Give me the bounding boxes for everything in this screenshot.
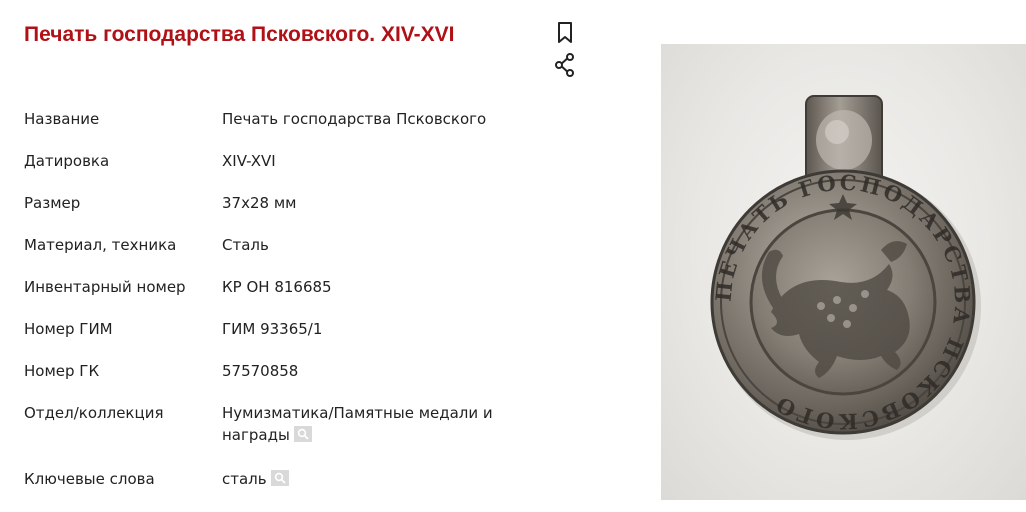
search-icon[interactable] bbox=[270, 470, 289, 486]
property-row: Размер 37x28 мм bbox=[24, 192, 544, 214]
property-label: Инвентарный номер bbox=[24, 278, 186, 296]
property-value: XIV-XVI bbox=[222, 150, 532, 172]
property-row: Номер ГИМ ГИМ 93365/1 bbox=[24, 318, 544, 340]
property-row: Инвентарный номер КР ОН 816685 bbox=[24, 276, 544, 298]
property-value[interactable]: Нумизматика/Памятные медали и награды bbox=[222, 402, 532, 446]
property-value-text: КР ОН 816685 bbox=[222, 278, 332, 296]
property-row: Датировка XIV-XVI bbox=[24, 150, 544, 172]
property-value-text: XIV-XVI bbox=[222, 152, 276, 170]
property-label: Отдел/коллекция bbox=[24, 404, 164, 422]
property-label: Номер ГИМ bbox=[24, 320, 113, 338]
property-label: Материал, техника bbox=[24, 236, 177, 254]
page-title: Печать господарства Псковского. XIV-XVI bbox=[24, 23, 455, 46]
property-row: Ключевые слова сталь bbox=[24, 468, 544, 490]
property-value: ГИМ 93365/1 bbox=[222, 318, 532, 340]
property-label: Номер ГК bbox=[24, 362, 100, 380]
search-icon[interactable] bbox=[293, 426, 312, 442]
property-value: 57570858 bbox=[222, 360, 532, 382]
property-value-text: Печать господарства Псковского bbox=[222, 110, 487, 128]
property-value: КР ОН 816685 bbox=[222, 276, 532, 298]
property-row: Номер ГК 57570858 bbox=[24, 360, 544, 382]
property-value-text: 37x28 мм bbox=[222, 194, 297, 212]
property-label: Размер bbox=[24, 194, 81, 212]
property-value: 37x28 мм bbox=[222, 192, 532, 214]
property-value: Печать господарства Псковского bbox=[222, 108, 532, 130]
share-icon[interactable] bbox=[553, 52, 577, 78]
action-icons bbox=[553, 20, 579, 84]
property-value: Сталь bbox=[222, 234, 532, 256]
property-label: Ключевые слова bbox=[24, 470, 155, 488]
property-label: Датировка bbox=[24, 152, 110, 170]
property-label: Название bbox=[24, 110, 100, 128]
property-value-text: 57570858 bbox=[222, 362, 299, 380]
property-value-text: Сталь bbox=[222, 236, 269, 254]
property-value[interactable]: сталь bbox=[222, 468, 532, 490]
property-value-text: сталь bbox=[222, 470, 267, 488]
bookmark-icon[interactable] bbox=[553, 20, 577, 46]
property-value-text: ГИМ 93365/1 bbox=[222, 320, 323, 338]
property-row: Материал, техника Сталь bbox=[24, 234, 544, 256]
property-row: Название Печать господарства Псковского bbox=[24, 108, 544, 130]
property-row: Отдел/коллекция Нумизматика/Памятные меда… bbox=[24, 402, 544, 446]
property-value-text: Нумизматика/Памятные медали и награды bbox=[222, 404, 493, 444]
object-photo[interactable]: ПЕЧАТЬ ГОСПОДАРСТВА ПСКОВСКОГО bbox=[661, 44, 1026, 500]
